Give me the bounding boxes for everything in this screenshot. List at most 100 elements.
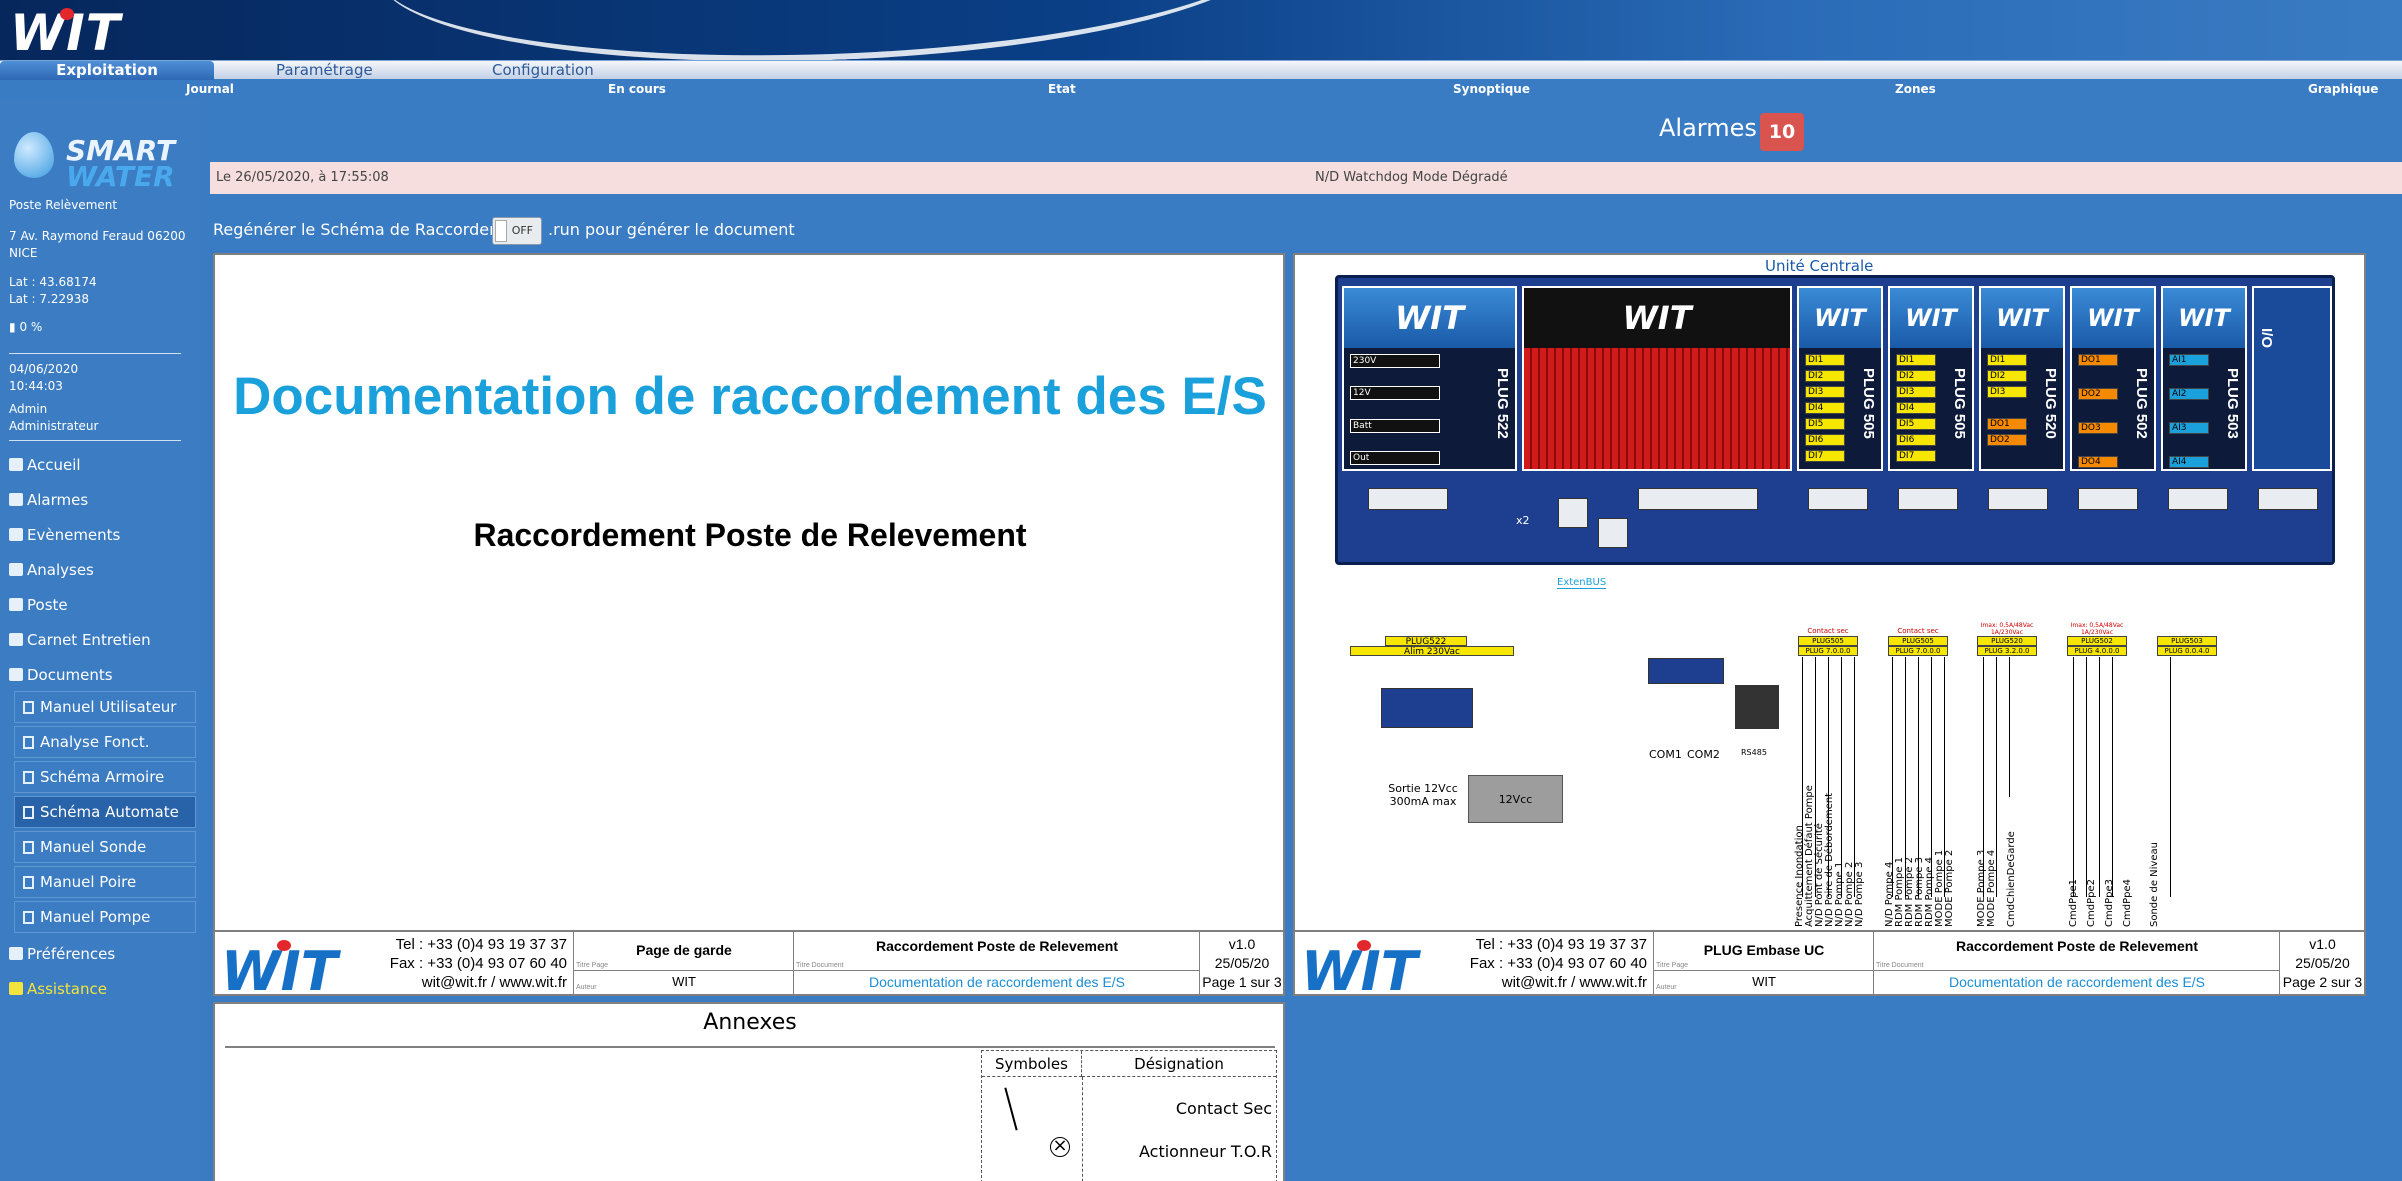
footer-wit-logo: WIT — [221, 940, 338, 1003]
terminal-block — [2078, 488, 2138, 510]
document-icon — [23, 771, 34, 784]
document-icon — [23, 806, 34, 819]
nav-accueil[interactable]: Accueil — [9, 454, 81, 476]
module-plug505-a: WIT DI1 DI2 DI3 DI4 DI5 DI6 DI7 PLUG 505 — [1797, 286, 1883, 471]
doc-page-3: Annexes Symboles Désignation × Contact S… — [213, 1002, 1285, 1181]
doc-manuel-utilisateur[interactable]: Manuel Utilisateur — [14, 691, 196, 723]
terminal-block — [1368, 488, 1448, 510]
terminal-block — [1808, 488, 1868, 510]
terminal-block — [2258, 488, 2318, 510]
doc-manuel-sonde[interactable]: Manuel Sonde — [14, 831, 196, 863]
doc-page-2: Unité Centrale WIT 230V 12V Batt Out PLU… — [1293, 253, 2366, 1003]
terminal-block — [1638, 488, 1758, 510]
submenu-en-cours[interactable]: En cours — [608, 82, 666, 96]
chart-icon — [9, 563, 23, 576]
menu-parametrage[interactable]: Paramétrage — [276, 61, 373, 80]
regen-label: Regénérer le Schéma de Raccordement — [213, 220, 531, 239]
terminal-block — [1988, 488, 2048, 510]
home-icon — [9, 458, 23, 471]
psu-terminal — [1381, 688, 1473, 728]
annex-table: Symboles Désignation × Contact Sec Actio… — [981, 1050, 1277, 1181]
banner-swoosh — [378, 0, 1282, 60]
menu-exploitation[interactable]: Exploitation — [0, 61, 214, 80]
module-plug522: WIT 230V 12V Batt Out PLUG 522 — [1342, 286, 1517, 471]
module-plug520: WIT DI1 DI2 DI3 DO1 DO2 PLUG 520 — [1979, 286, 2065, 471]
divider — [9, 440, 181, 441]
sidebar: SMART WATER Poste Relèvement 7 Av. Raymo… — [0, 98, 200, 1181]
document-icon — [23, 701, 34, 714]
main-menu: Exploitation Paramétrage Configuration — [0, 60, 2402, 80]
module-io: I/O — [2252, 286, 2332, 471]
com-terminal — [1648, 658, 1724, 684]
module-plug503: WIT AI1 AI2 AI3 AI4 PLUG 503 — [2161, 286, 2247, 471]
usb-port — [1558, 498, 1588, 528]
alert-date: Le 26/05/2020, à 17:55:08 — [216, 170, 389, 185]
submenu-zones[interactable]: Zones — [1895, 82, 1936, 96]
doc-schema-automate[interactable]: Schéma Automate — [14, 796, 196, 828]
current-date: 04/06/2020 — [9, 362, 79, 376]
wit-logo: WIT — [10, 4, 121, 60]
document-icon — [23, 876, 34, 889]
sub-menu: Journal En cours Etat Synoptique Zones G… — [0, 80, 2402, 98]
menu-configuration[interactable]: Configuration — [492, 61, 594, 80]
submenu-synoptique[interactable]: Synoptique — [1453, 82, 1530, 96]
nav-carnet-entretien[interactable]: Carnet Entretien — [9, 629, 151, 651]
page-footer: WIT Tel : +33 (0)4 93 19 37 37 Fax : +33… — [1295, 930, 2364, 1003]
doc-schema-armoire[interactable]: Schéma Armoire — [14, 761, 196, 793]
nav-poste[interactable]: Poste — [9, 594, 68, 616]
module-plug505-b: WIT DI1 DI2 DI3 DI4 DI5 DI6 DI7 PLUG 505 — [1888, 286, 1974, 471]
document-icon — [23, 841, 34, 854]
document-icon — [23, 911, 34, 924]
alert-message: N/D Watchdog Mode Dégradé — [1315, 170, 1508, 185]
doc-manuel-poire[interactable]: Manuel Poire — [14, 866, 196, 898]
contact-symbol-icon — [1004, 1087, 1018, 1131]
schematic-title: Unité Centrale — [1765, 257, 1874, 275]
terminal-block — [1898, 488, 1958, 510]
doc-subtitle: Raccordement Poste de Relevement — [473, 517, 1027, 553]
alarms-label[interactable]: Alarmes — [1659, 114, 1757, 142]
doc-manuel-pompe[interactable]: Manuel Pompe — [14, 901, 196, 933]
nav-analyses[interactable]: Analyses — [9, 559, 94, 581]
submenu-etat[interactable]: Etat — [1048, 82, 1076, 96]
nav-evenements[interactable]: Evènements — [9, 524, 120, 546]
alarms-count-badge[interactable]: 10 — [1760, 113, 1804, 151]
annexes-title: Annexes — [703, 1010, 797, 1035]
nav-documents[interactable]: Documents — [9, 664, 113, 686]
signal-icon: ▮ — [9, 320, 16, 334]
document-icon — [23, 736, 34, 749]
extenbus-label: ExtenBUS — [1557, 577, 1607, 589]
submenu-graphique[interactable]: Graphique — [2308, 82, 2378, 96]
terminal-block — [2168, 488, 2228, 510]
page-footer: WIT Tel : +33 (0)4 93 19 37 37 Fax : +33… — [215, 930, 1283, 1003]
site-address-line1: 7 Av. Raymond Feraud 06200 — [9, 229, 186, 243]
water-drop-icon — [14, 132, 54, 178]
assistance-icon — [9, 982, 23, 995]
user-name: Admin — [9, 402, 48, 416]
ethernet-port — [1598, 518, 1628, 548]
submenu-journal[interactable]: Journal — [186, 82, 234, 96]
notebook-icon — [9, 633, 23, 646]
station-icon — [9, 598, 23, 611]
site-latitude: Lat : 43.68174 — [9, 275, 97, 289]
sliders-icon — [9, 947, 23, 960]
current-time: 10:44:03 — [9, 379, 63, 393]
site-address-line2: NICE — [9, 246, 38, 260]
top-banner: WIT — [0, 0, 2402, 60]
nav-assistance[interactable]: Assistance — [9, 978, 107, 1000]
alert-bar: Le 26/05/2020, à 17:55:08 N/D Watchdog M… — [210, 162, 2402, 194]
documents-icon — [9, 668, 23, 681]
calendar-icon — [9, 528, 23, 541]
book-icon — [9, 493, 23, 506]
regen-toggle[interactable]: OFF — [492, 217, 542, 245]
divider — [9, 353, 181, 354]
doc-analyse-fonct[interactable]: Analyse Fonct. — [14, 726, 196, 758]
nav-preferences[interactable]: Préférences — [9, 943, 115, 965]
signal-strength: ▮ 0 % — [9, 320, 43, 334]
doc-main-title: Documentation de raccordement des E/S — [233, 367, 1267, 426]
module-plug502: WIT DO1 DO2 DO3 DO4 PLUG 502 — [2070, 286, 2156, 471]
regen-suffix: .run pour générer le document — [548, 220, 795, 239]
nav-alarmes[interactable]: Alarmes — [9, 489, 88, 511]
battery: 12Vcc — [1468, 775, 1563, 823]
rs485-port — [1735, 685, 1779, 729]
user-role: Administrateur — [9, 419, 99, 433]
